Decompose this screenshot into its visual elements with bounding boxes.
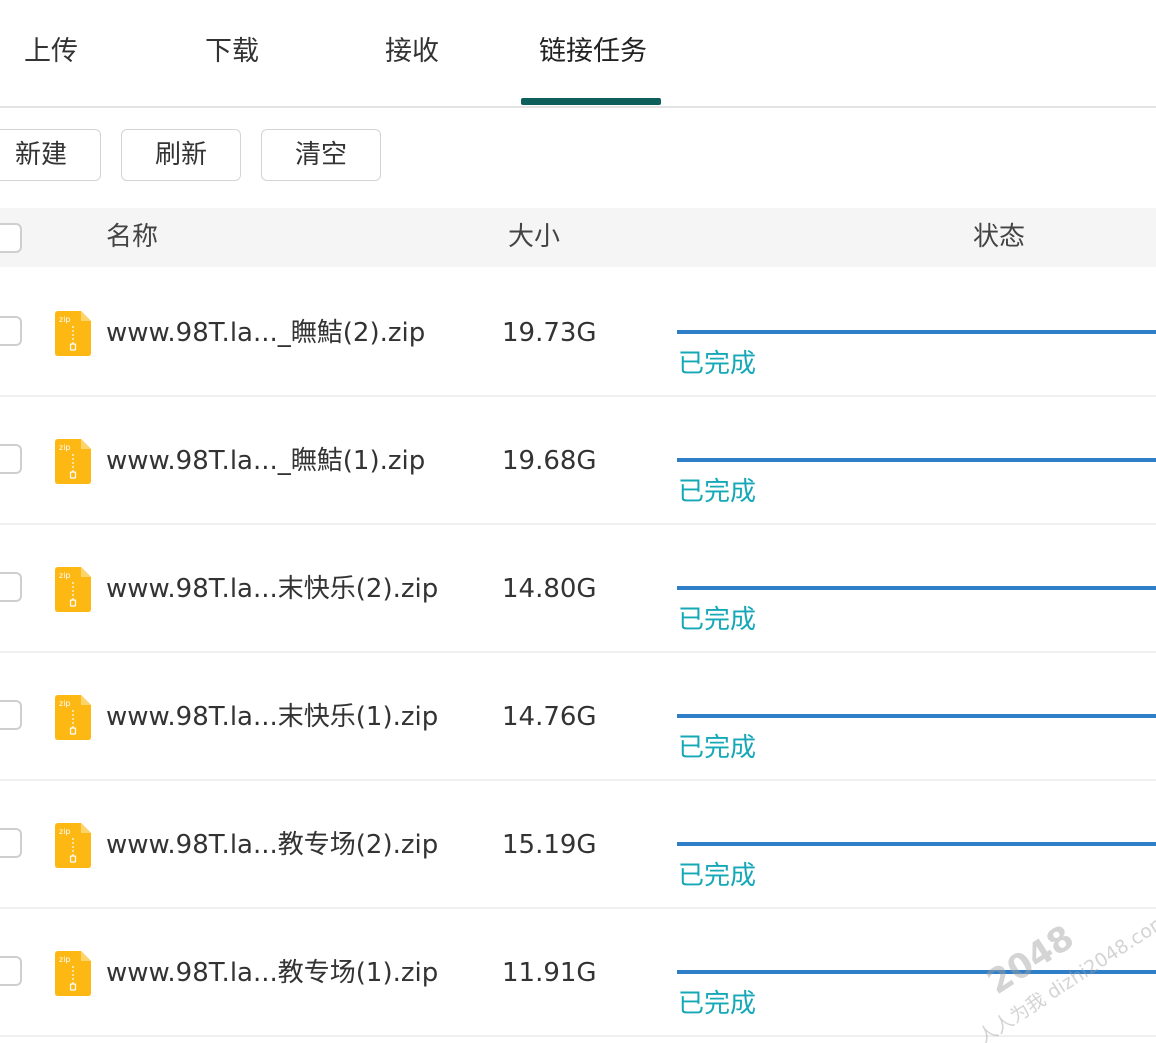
zip-file-icon: zip (55, 951, 91, 996)
status-text: 已完成 (678, 349, 757, 379)
svg-text:zip: zip (59, 571, 71, 580)
tab-bar: 上传 下载 接收 链接任务 (0, 0, 1156, 108)
table-row[interactable]: zip www.98T.la..._瞴鮚(2).zip 19.73G 已完成 (0, 269, 1156, 397)
progress-bar (677, 842, 1156, 846)
refresh-button[interactable]: 刷新 (121, 129, 241, 181)
zip-file-icon: zip (55, 311, 91, 356)
progress-fill (677, 586, 1156, 590)
row-checkbox[interactable] (0, 828, 22, 858)
table-row[interactable]: zip www.98T.la...末快乐(2).zip 14.80G 已完成 (0, 525, 1156, 653)
progress-fill (677, 330, 1156, 334)
column-header-status[interactable]: 状态 (973, 208, 1025, 267)
table-header: 名称 大小 状态 (0, 208, 1156, 267)
file-name[interactable]: www.98T.la..._瞴鮚(1).zip (106, 441, 425, 481)
file-size: 19.73G (502, 318, 597, 348)
status-text: 已完成 (678, 989, 757, 1019)
table-row[interactable]: zip www.98T.la..._瞴鮚(1).zip 19.68G 已完成 (0, 397, 1156, 525)
select-all-checkbox[interactable] (0, 223, 22, 253)
tab-upload[interactable]: 上传 (24, 30, 78, 74)
zip-file-icon: zip (55, 695, 91, 740)
progress-bar (677, 586, 1156, 590)
svg-text:zip: zip (59, 827, 71, 836)
file-size: 15.19G (502, 830, 597, 860)
table-row[interactable]: zip www.98T.la...教专场(1).zip 11.91G 已完成 (0, 909, 1156, 1037)
progress-fill (677, 842, 1156, 846)
zip-file-icon: zip (55, 823, 91, 868)
file-name[interactable]: www.98T.la...末快乐(2).zip (106, 569, 438, 609)
row-checkbox[interactable] (0, 700, 22, 730)
row-checkbox[interactable] (0, 444, 22, 474)
status-text: 已完成 (678, 733, 757, 763)
progress-bar (677, 330, 1156, 334)
tab-receive[interactable]: 接收 (385, 30, 439, 74)
progress-fill (677, 714, 1156, 718)
file-size: 11.91G (502, 958, 597, 988)
clear-button[interactable]: 清空 (261, 129, 381, 181)
file-name[interactable]: www.98T.la..._瞴鮚(2).zip (106, 313, 425, 353)
table-row[interactable]: zip www.98T.la...末快乐(1).zip 14.76G 已完成 (0, 653, 1156, 781)
progress-bar (677, 714, 1156, 718)
table-row[interactable]: zip www.98T.la...教专场(2).zip 15.19G 已完成 (0, 781, 1156, 909)
status-text: 已完成 (678, 477, 757, 507)
progress-bar (677, 970, 1156, 974)
file-name[interactable]: www.98T.la...教专场(2).zip (106, 825, 438, 865)
row-checkbox[interactable] (0, 572, 22, 602)
svg-text:zip: zip (59, 699, 71, 708)
tab-download[interactable]: 下载 (205, 30, 259, 74)
status-text: 已完成 (678, 861, 757, 891)
progress-bar (677, 458, 1156, 462)
active-tab-indicator (521, 98, 661, 105)
new-button[interactable]: 新建 (0, 129, 101, 181)
file-size: 19.68G (502, 446, 597, 476)
progress-fill (677, 970, 1156, 974)
column-header-name[interactable]: 名称 (106, 208, 158, 267)
progress-fill (677, 458, 1156, 462)
status-text: 已完成 (678, 605, 757, 635)
zip-file-icon: zip (55, 567, 91, 612)
column-header-size[interactable]: 大小 (508, 208, 560, 267)
zip-file-icon: zip (55, 439, 91, 484)
row-checkbox[interactable] (0, 956, 22, 986)
row-checkbox[interactable] (0, 316, 22, 346)
file-name[interactable]: www.98T.la...末快乐(1).zip (106, 697, 438, 737)
file-name[interactable]: www.98T.la...教专场(1).zip (106, 953, 438, 993)
file-size: 14.76G (502, 702, 597, 732)
svg-text:zip: zip (59, 955, 71, 964)
svg-text:zip: zip (59, 315, 71, 324)
file-size: 14.80G (502, 574, 597, 604)
tab-link-tasks[interactable]: 链接任务 (539, 30, 647, 74)
svg-text:zip: zip (59, 443, 71, 452)
